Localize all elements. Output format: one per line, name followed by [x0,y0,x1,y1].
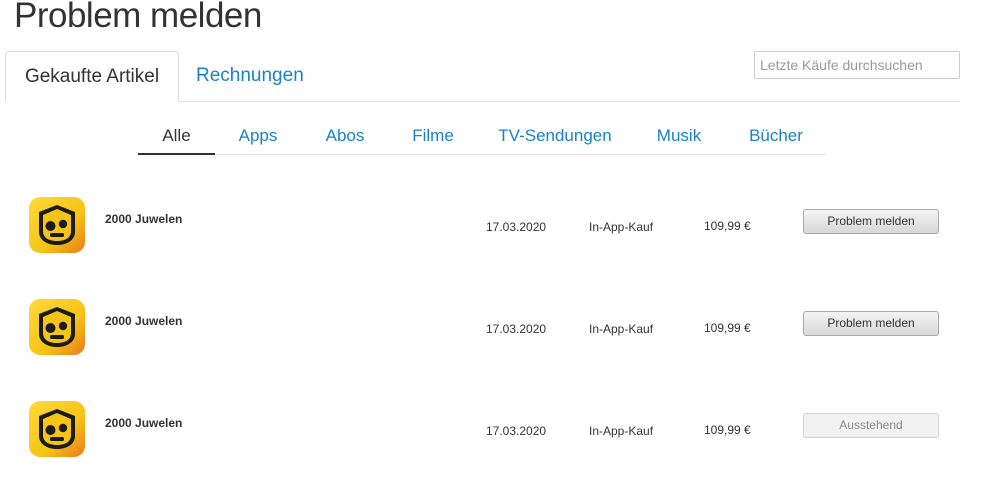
purchase-date: 17.03.2020 [486,424,547,438]
item-name: 2000 Juwelen [105,212,183,226]
filter-books[interactable]: Bücher [745,118,807,154]
report-problem-button[interactable]: Problem melden [803,209,939,234]
pending-status-button: Ausstehend [803,413,939,438]
category-filter-bar: Alle Apps Abos Filme TV-Sendungen Musik … [138,118,826,155]
filter-subscriptions[interactable]: Abos [320,118,370,154]
purchase-type: In-App-Kauf [589,322,654,336]
purchase-price: 109,99 € [704,423,751,437]
purchase-type: In-App-Kauf [589,220,654,234]
purchase-row: 2000 Juwelen 17.03.2020 In-App-Kauf 109,… [0,298,994,378]
brawl-stars-skull-icon [29,401,85,457]
purchase-date: 17.03.2020 [486,220,547,234]
filter-movies[interactable]: Filme [408,118,458,154]
filter-all[interactable]: Alle [138,118,215,155]
item-name: 2000 Juwelen [105,314,183,328]
search-input[interactable] [754,51,960,79]
filter-tv-shows[interactable]: TV-Sendungen [498,118,612,154]
purchase-type: In-App-Kauf [589,424,654,438]
tab-invoices[interactable]: Rechnungen [196,51,304,101]
purchase-date: 17.03.2020 [486,322,547,336]
tab-purchased-items[interactable]: Gekaufte Artikel [5,51,179,102]
purchase-price: 109,99 € [704,219,751,233]
purchase-row: 2000 Juwelen 17.03.2020 In-App-Kauf 109,… [0,196,994,276]
purchase-row: 2000 Juwelen 17.03.2020 In-App-Kauf 109,… [0,400,994,480]
page-title: Problem melden [14,0,262,35]
filter-music[interactable]: Musik [653,118,705,154]
brawl-stars-skull-icon [29,197,85,253]
filter-apps[interactable]: Apps [232,118,284,154]
purchase-price: 109,99 € [704,321,751,335]
item-name: 2000 Juwelen [105,416,183,430]
brawl-stars-skull-icon [29,299,85,355]
report-problem-button[interactable]: Problem melden [803,311,939,336]
